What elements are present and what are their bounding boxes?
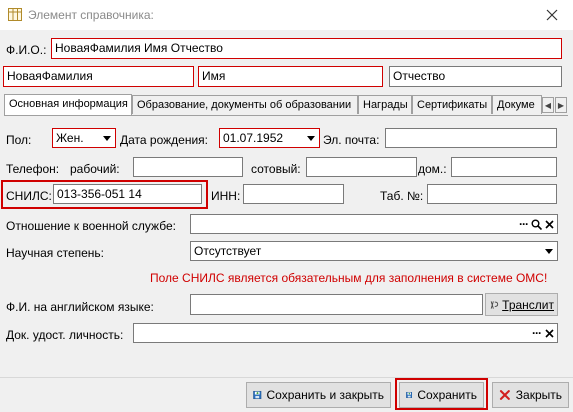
inn-field[interactable] (243, 184, 344, 204)
birth-date-value: 01.07.1952 (223, 131, 284, 145)
military-field[interactable]: ··· (190, 214, 558, 234)
gender-value: Жен. (56, 131, 84, 145)
save-button[interactable]: Сохранить (399, 382, 484, 408)
degree-value: Отсутствует (194, 244, 262, 258)
close-icon[interactable] (540, 4, 564, 26)
first-name-field[interactable]: Имя (198, 66, 383, 87)
tab-documents[interactable]: Докуме (492, 95, 542, 114)
search-icon[interactable] (531, 219, 542, 230)
save-and-close-button[interactable]: Сохранить и закрыть (246, 382, 391, 408)
clear-icon[interactable] (545, 219, 554, 229)
mobile-phone-field[interactable] (306, 157, 417, 177)
tab-main-info[interactable]: Основная информация (4, 94, 132, 115)
english-name-label: Ф.И. на английском языке: (6, 300, 154, 314)
degree-label: Научная степень: (6, 246, 105, 260)
birth-date-field[interactable]: 01.07.1952 (219, 128, 320, 148)
save-and-close-label: Сохранить и закрыть (266, 388, 384, 402)
id-document-field[interactable]: ··· (133, 323, 558, 343)
snils-label: СНИЛС: (6, 189, 52, 203)
translit-icon (490, 300, 499, 309)
more-icon[interactable]: ··· (532, 324, 542, 342)
translit-label: Транслит (502, 297, 554, 312)
middle-name-field[interactable]: Отчество (389, 66, 562, 87)
save-label: Сохранить (417, 388, 477, 402)
work-phone-field[interactable] (133, 157, 243, 177)
close-label: Закрыть (515, 388, 562, 402)
home-phone-label: дом.: (418, 162, 447, 176)
tab-scroll-right-icon[interactable]: ▶ (555, 97, 567, 113)
translit-button[interactable]: Транслит (485, 293, 558, 316)
tab-number-field[interactable] (427, 184, 557, 204)
gender-select[interactable]: Жен. (52, 128, 116, 148)
military-label: Отношение к военной службе: (6, 219, 176, 233)
tab-scroll-arrows: ◀ ▶ (542, 97, 568, 113)
email-field[interactable] (385, 128, 557, 148)
clear-icon[interactable] (545, 328, 554, 338)
table-icon (8, 8, 22, 21)
chevron-down-icon[interactable] (304, 130, 318, 146)
phone-label: Телефон: (6, 162, 60, 176)
tab-awards[interactable]: Награды (358, 95, 412, 114)
close-button[interactable]: Закрыть (492, 382, 569, 408)
chevron-down-icon[interactable] (100, 130, 114, 146)
chevron-down-icon[interactable] (542, 243, 556, 259)
degree-select[interactable]: Отсутствует (190, 241, 558, 261)
inn-label: ИНН: (211, 189, 241, 203)
more-icon[interactable]: ··· (519, 215, 529, 233)
tab-number-label: Таб. №: (380, 189, 424, 203)
tab-certificates[interactable]: Сертификаты (412, 95, 492, 114)
fio-label: Ф.И.О.: (6, 43, 47, 57)
id-document-label: Док. удост. личность: (6, 328, 124, 342)
gender-label: Пол: (6, 133, 32, 147)
save-icon (406, 391, 413, 399)
home-phone-field[interactable] (451, 157, 557, 177)
email-label: Эл. почта: (323, 133, 380, 147)
snils-error-message: Поле СНИЛС является обязательным для зап… (150, 271, 548, 285)
fio-full-field[interactable]: НоваяФамилия Имя Отчество (51, 38, 562, 59)
snils-field[interactable]: 013-356-051 14 (53, 184, 202, 204)
tab-scroll-left-icon[interactable]: ◀ (542, 97, 554, 113)
tab-strip: Основная информация Образование, докумен… (4, 94, 556, 115)
birth-date-label: Дата рождения: (120, 133, 208, 147)
tab-education[interactable]: Образование, документы об образовании (132, 95, 358, 114)
last-name-field[interactable]: НоваяФамилия (3, 66, 194, 87)
window-title: Элемент справочника: (28, 8, 154, 22)
english-name-field[interactable] (190, 294, 483, 315)
dialog-window: Элемент справочника: Ф.И.О.: НоваяФамили… (0, 0, 573, 412)
work-phone-label: рабочий: (70, 162, 120, 176)
mobile-phone-label: сотовый: (251, 162, 301, 176)
save-icon (253, 390, 262, 400)
close-x-icon (499, 390, 510, 400)
